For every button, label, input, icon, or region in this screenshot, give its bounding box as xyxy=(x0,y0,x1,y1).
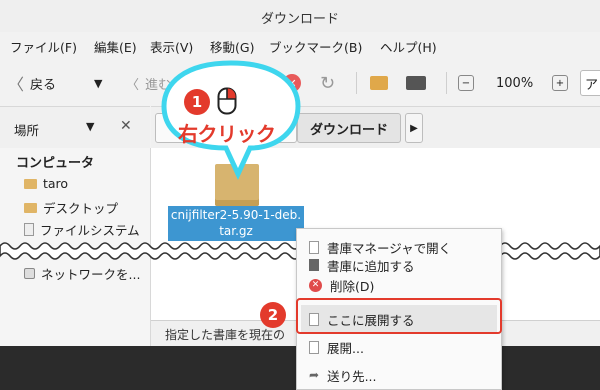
menu-view[interactable]: 表示(V) xyxy=(150,37,193,56)
dropdown-arrow-icon: ▼ xyxy=(94,76,103,90)
reload-button[interactable]: ↻ xyxy=(320,62,335,104)
menu-item-label: 展開... xyxy=(327,340,364,356)
delete-icon: ✕ xyxy=(309,278,322,292)
sidebar-item-label: デスクトップ xyxy=(43,201,119,216)
status-text: 指定した書庫を現在の xyxy=(165,328,286,342)
step-1-number: 1 xyxy=(191,93,203,111)
back-label: 戻る xyxy=(30,77,57,93)
mouse-right-click-icon xyxy=(217,87,237,115)
location-field[interactable]: ア xyxy=(580,70,600,96)
path-forward-button[interactable]: ▶ xyxy=(405,113,423,143)
forward-arrow-icon: 〈 xyxy=(126,77,140,93)
menu-item-label: 削除(D) xyxy=(330,278,375,294)
computer-button[interactable] xyxy=(406,62,426,104)
menu-file[interactable]: ファイル(F) xyxy=(10,37,77,56)
sidebar-header: 場所 ▼ ✕ xyxy=(0,106,150,149)
zoom-level: 100% xyxy=(496,75,534,91)
path-forward-icon: ▶ xyxy=(410,122,418,134)
toolbar-separator xyxy=(446,72,447,94)
home-folder-icon xyxy=(24,178,37,189)
back-button[interactable]: 〈 戻る xyxy=(8,62,56,104)
step-1-label: 右クリック xyxy=(178,122,276,146)
zoom-out-icon: − xyxy=(458,75,474,91)
sidebar-item-label: taro xyxy=(43,176,69,191)
reload-icon: ↻ xyxy=(320,72,336,94)
zoom-out-button[interactable]: − xyxy=(458,62,474,104)
sidebar-section-computer: コンピュータ xyxy=(16,156,95,171)
back-history-dropdown[interactable]: ▼ xyxy=(94,62,102,104)
step-2-number: 2 xyxy=(267,306,279,324)
menu-help[interactable]: ヘルプ(H) xyxy=(380,37,437,56)
toolbar-separator xyxy=(356,72,357,94)
menu-bar: ファイル(F) 編集(E) 表示(V) 移動(G) ブックマーク(B) ヘルプ(… xyxy=(0,34,600,58)
sidebar-item-network[interactable]: ネットワークを... xyxy=(24,264,140,283)
desktop-folder-icon xyxy=(24,202,37,213)
window-title: ダウンロード xyxy=(260,12,339,27)
send-to-icon: ➦ xyxy=(309,368,320,382)
home-button[interactable] xyxy=(370,62,388,104)
path-current-label: ダウンロード xyxy=(309,122,388,138)
network-icon xyxy=(24,268,35,279)
zoom-in-icon: + xyxy=(552,75,568,91)
sidebar-type-dropdown-icon[interactable]: ▼ xyxy=(86,120,94,133)
sidebar-item-taro[interactable]: taro xyxy=(24,176,68,191)
menu-go[interactable]: 移動(G) xyxy=(210,37,254,56)
title-bar: ダウンロード xyxy=(0,0,600,32)
extract-to-icon xyxy=(309,340,319,354)
menu-item-extract[interactable]: 展開... xyxy=(301,333,497,361)
location-text: ア xyxy=(585,77,599,93)
menu-item-delete[interactable]: ✕ 削除(D) xyxy=(301,271,497,299)
archive-icon xyxy=(309,259,319,271)
sidebar-places-label: 場所 xyxy=(14,123,40,138)
highlight-box xyxy=(296,298,502,334)
sidebar-close-icon[interactable]: ✕ xyxy=(120,118,132,134)
monitor-icon xyxy=(406,76,426,90)
menu-bookmarks[interactable]: ブックマーク(B) xyxy=(269,37,362,56)
sidebar-item-label: ネットワークを... xyxy=(41,267,141,282)
step-2-badge: 2 xyxy=(260,302,286,328)
file-name-line1: cnijfilter2-5.90-1-deb. xyxy=(170,208,302,222)
home-folder-icon xyxy=(370,76,388,90)
menu-edit[interactable]: 編集(E) xyxy=(94,37,137,56)
menu-item-label: 送り先... xyxy=(327,368,377,384)
zoom-in-button[interactable]: + xyxy=(552,62,568,104)
back-arrow-icon: 〈 xyxy=(8,75,25,94)
sidebar-item-desktop[interactable]: デスクトップ xyxy=(24,198,118,217)
menu-item-send-to[interactable]: ➦ 送り先... xyxy=(301,361,497,389)
path-current-button[interactable]: ダウンロード xyxy=(297,113,401,143)
step-1-badge: 1 xyxy=(184,89,210,115)
